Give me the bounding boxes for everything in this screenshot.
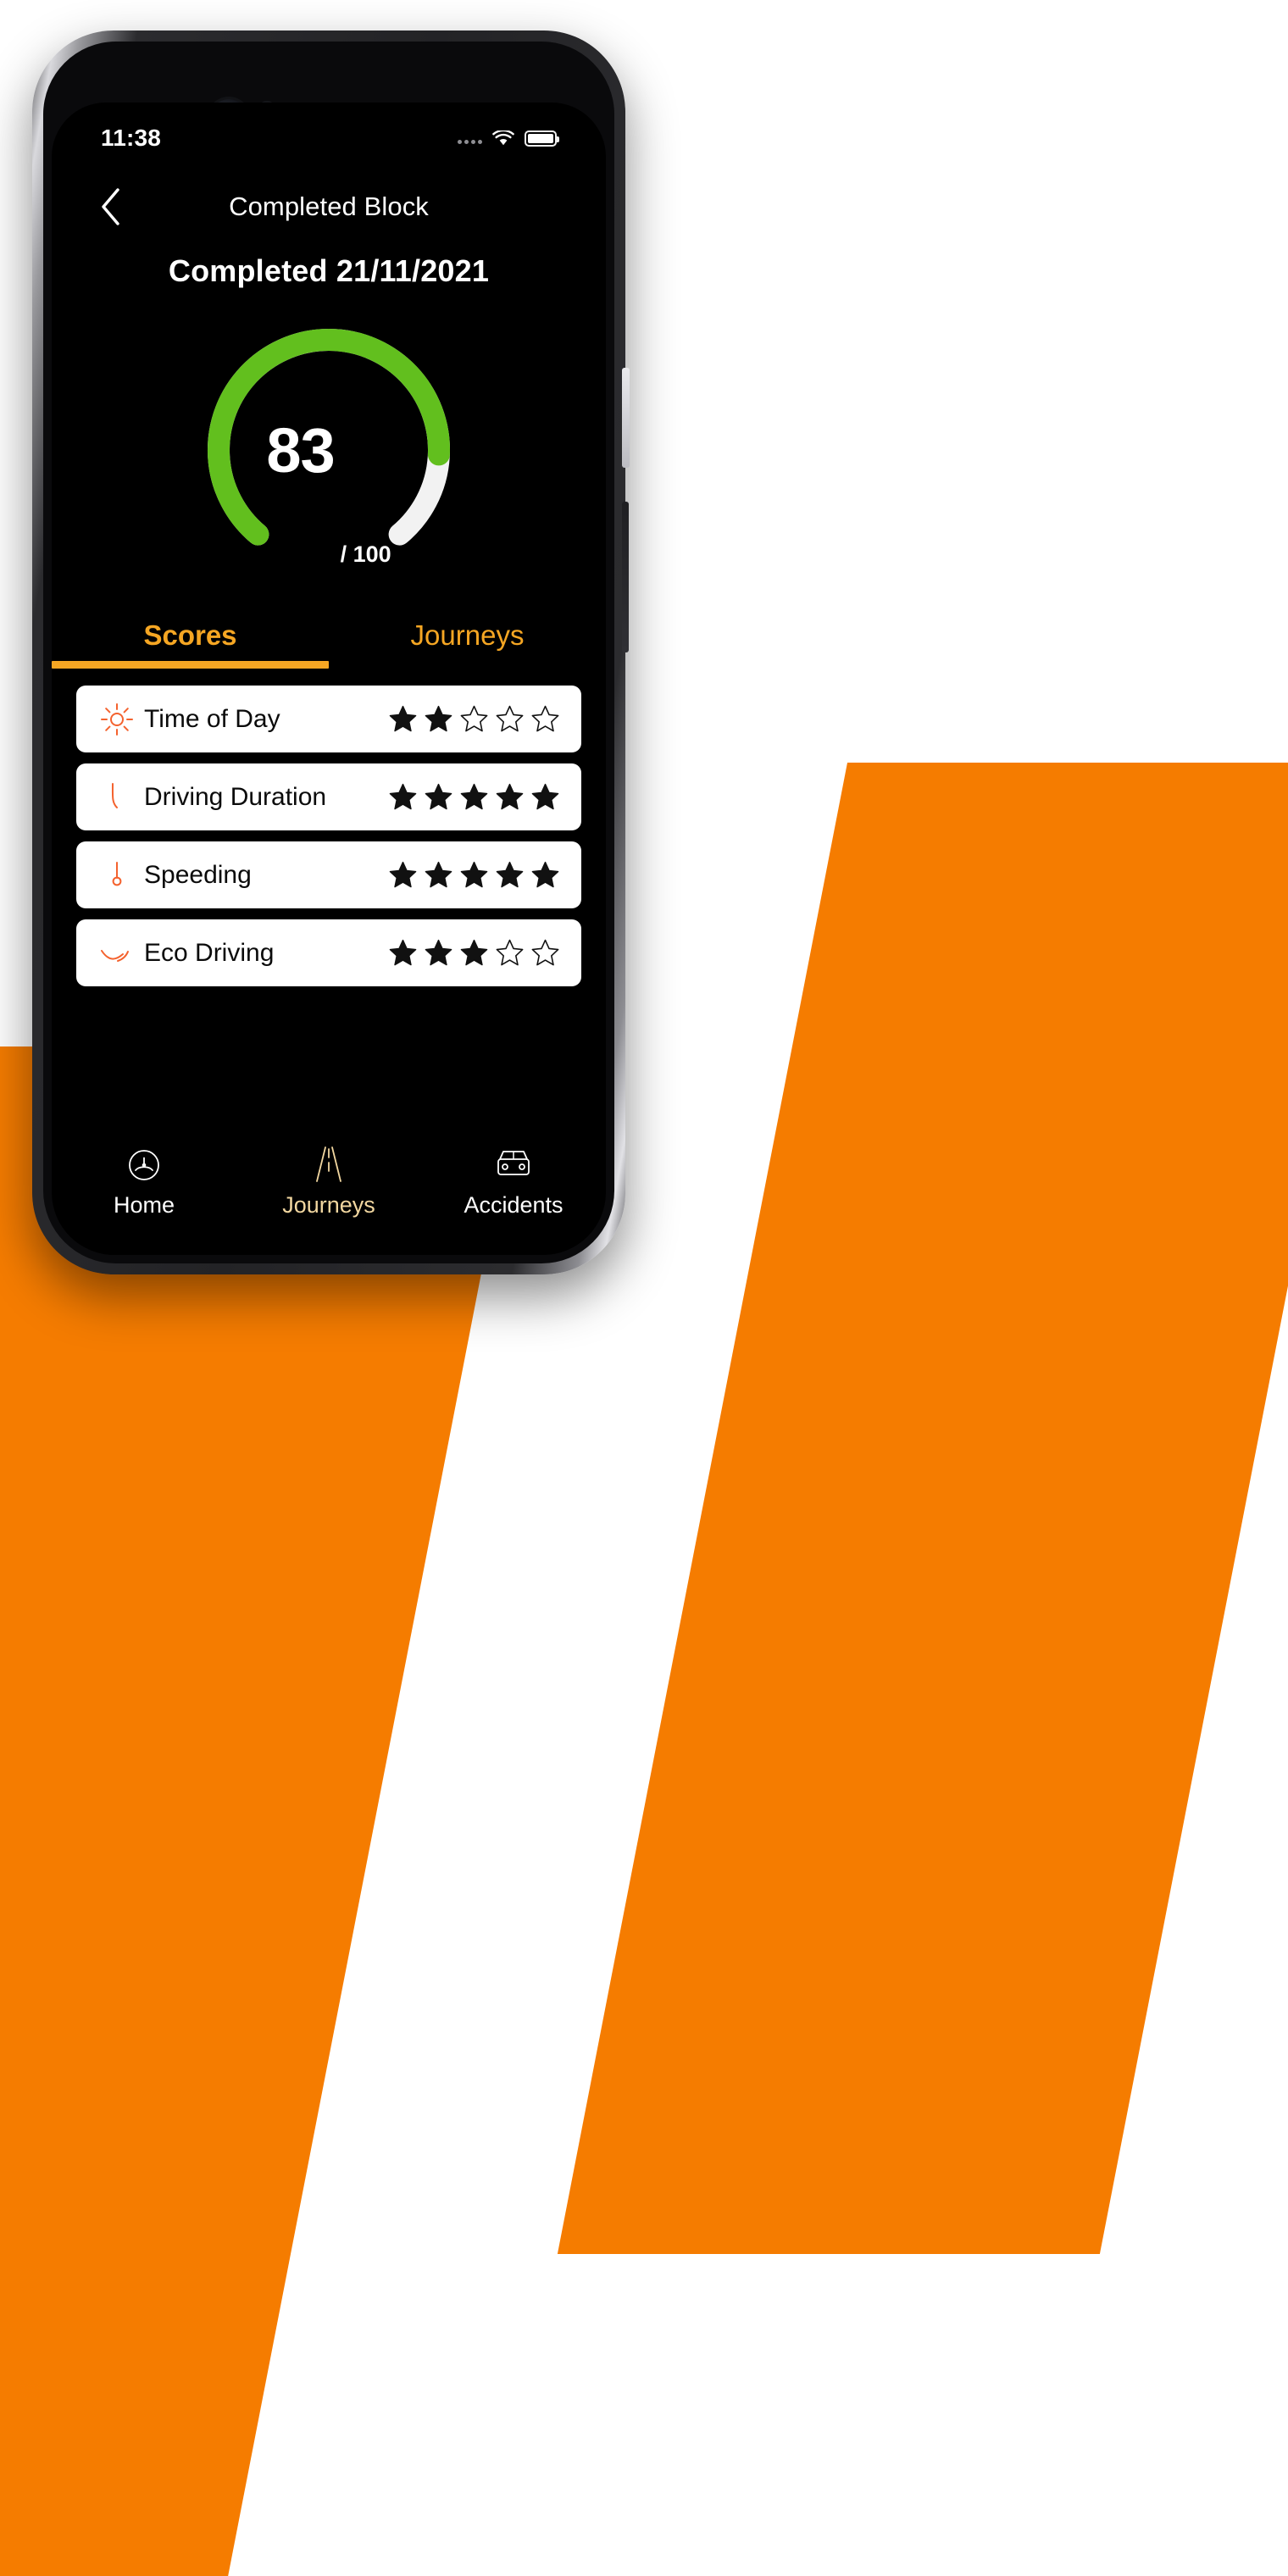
star-filled-icon (389, 939, 417, 966)
bottom-navigation: Home Journeys Accidents (52, 1128, 606, 1236)
tab-journeys[interactable]: Journeys (329, 602, 606, 669)
speedometer-icon (125, 1146, 163, 1185)
phone-bezel: 11:38 Completed Block Completed 21/11/20… (43, 42, 614, 1263)
tab-journeys-label: Journeys (410, 619, 525, 651)
star-filled-icon (460, 861, 488, 888)
score-card-time-of-day[interactable]: Time of Day (76, 686, 581, 752)
score-tabs: Scores Journeys (52, 602, 606, 669)
status-bar-indicators (458, 130, 559, 147)
star-empty-icon (460, 705, 488, 732)
hook-line-icon (95, 780, 139, 815)
nav-item-label: Journeys (282, 1192, 375, 1218)
background-orange-right-shape (557, 763, 1288, 2254)
completed-date-heading: Completed 21/11/2021 (168, 253, 490, 288)
nav-item-home[interactable]: Home (52, 1146, 236, 1219)
signal-dots-icon (458, 133, 482, 144)
score-card-label: Time of Day (144, 704, 280, 733)
tab-scores[interactable]: Scores (52, 602, 329, 669)
road-icon (310, 1146, 347, 1185)
gauge-score-value: 83 (266, 415, 335, 486)
score-card-label: Eco Driving (144, 938, 275, 967)
rating-stars[interactable] (389, 939, 559, 967)
power-button[interactable] (622, 502, 629, 652)
star-filled-icon (425, 783, 452, 810)
back-button[interactable] (87, 184, 133, 230)
score-card-speeding[interactable]: Speeding (76, 841, 581, 908)
screenshot-root: 11:38 Completed Block Completed 21/11/20… (0, 0, 1288, 2576)
star-filled-icon (389, 705, 417, 732)
leaf-icon (95, 935, 139, 971)
score-card-list: Time of Day Driving Duration Speeding Ec… (76, 686, 581, 986)
phone-notch-area (43, 42, 614, 138)
car-front-icon (493, 1146, 534, 1185)
star-empty-icon (531, 705, 559, 732)
nav-item-accidents[interactable]: Accidents (421, 1146, 606, 1219)
star-filled-icon (425, 861, 452, 888)
star-empty-icon (496, 705, 524, 732)
star-filled-icon (425, 939, 452, 966)
star-filled-icon (496, 861, 524, 888)
nav-item-label: Home (113, 1192, 175, 1218)
tab-scores-label: Scores (143, 619, 237, 651)
tab-active-underline (52, 661, 329, 669)
rating-stars[interactable] (389, 783, 559, 811)
wifi-icon (492, 130, 514, 147)
star-filled-icon (531, 861, 559, 888)
star-filled-icon (389, 783, 417, 810)
star-filled-icon (460, 783, 488, 810)
star-empty-icon (496, 939, 524, 966)
star-filled-icon (531, 783, 559, 810)
star-empty-icon (531, 939, 559, 966)
star-filled-icon (496, 783, 524, 810)
gauge-score-total: / 100 (340, 541, 391, 567)
nav-item-label: Accidents (464, 1192, 564, 1218)
star-filled-icon (460, 939, 488, 966)
page-title: Completed Block (229, 192, 429, 221)
status-bar-clock: 11:38 (101, 125, 162, 151)
score-card-label: Driving Duration (144, 782, 327, 811)
volume-button[interactable] (622, 368, 630, 468)
chevron-left-icon (102, 188, 119, 225)
score-card-label: Speeding (144, 860, 252, 889)
gauge-center-label: 83 / 100 (189, 321, 469, 575)
score-card-driving-duration[interactable]: Driving Duration (76, 763, 581, 830)
phone-mockup: 11:38 Completed Block Completed 21/11/20… (32, 31, 630, 1274)
star-filled-icon (389, 861, 417, 888)
needle-icon (95, 858, 139, 893)
star-filled-icon (425, 705, 452, 732)
score-card-eco-driving[interactable]: Eco Driving (76, 919, 581, 986)
battery-full-icon (525, 130, 559, 147)
rating-stars[interactable] (389, 705, 559, 733)
app-header: Completed Block (52, 172, 606, 242)
rating-stars[interactable] (389, 861, 559, 889)
background-orange-left-shape (0, 1046, 526, 2576)
sun-icon (95, 702, 139, 737)
status-bar: 11:38 (52, 114, 606, 162)
score-gauge: 83 / 100 (189, 321, 469, 575)
nav-item-journeys[interactable]: Journeys (236, 1146, 421, 1219)
app-screen: 11:38 Completed Block Completed 21/11/20… (52, 103, 606, 1255)
